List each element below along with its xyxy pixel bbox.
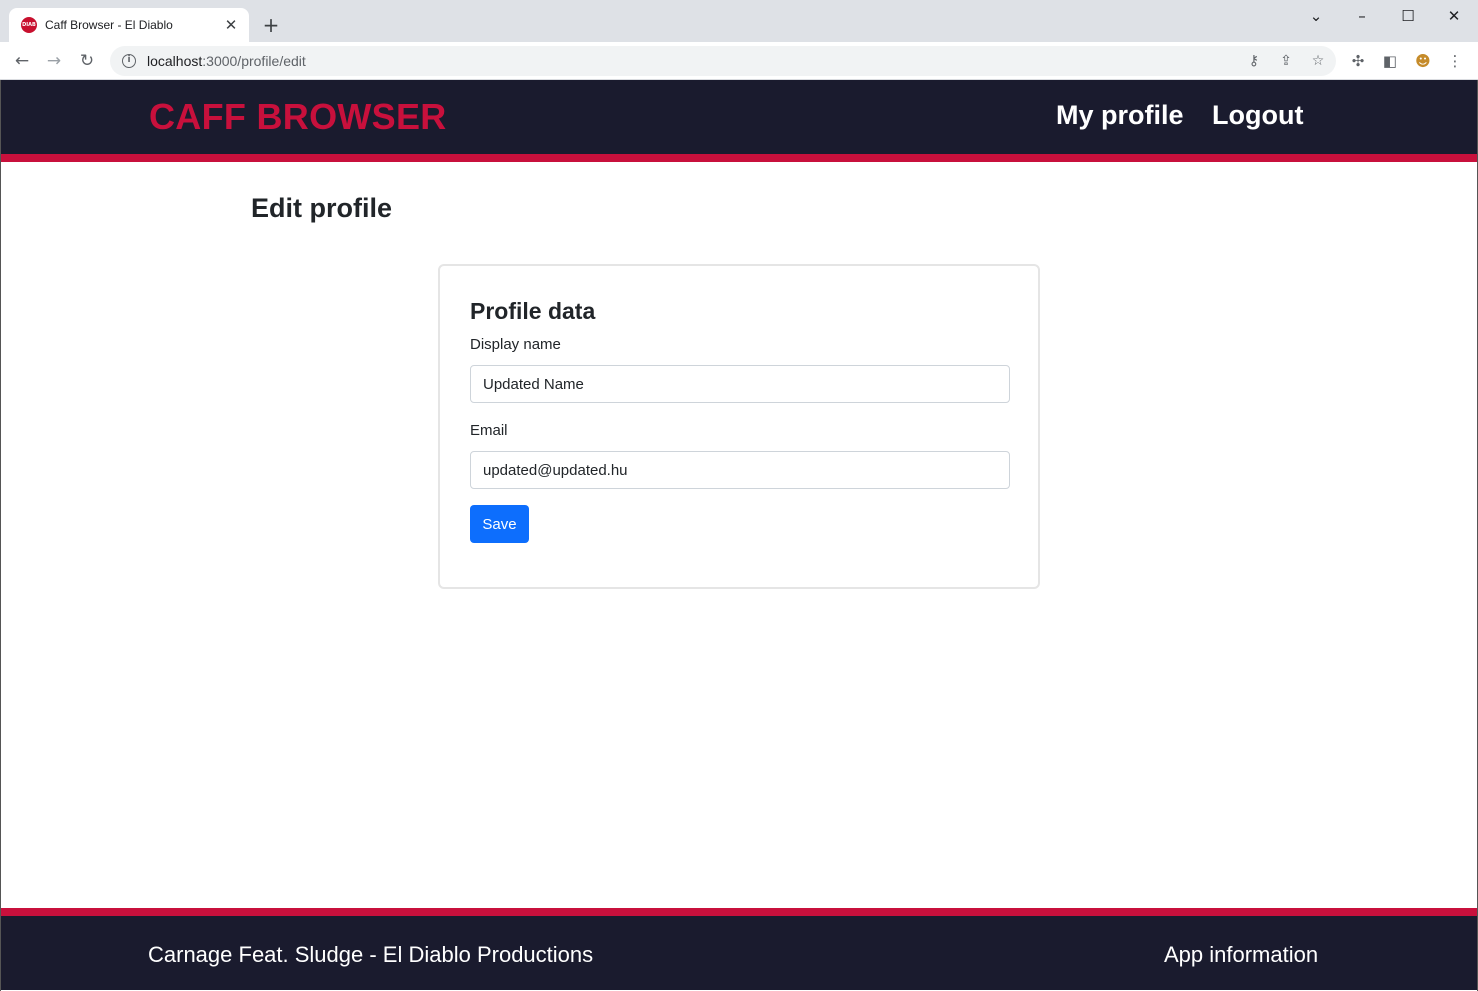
minimize-icon[interactable]: – bbox=[1344, 4, 1380, 28]
profile-card: Profile data Display name Email Save bbox=[438, 264, 1040, 589]
email-input[interactable] bbox=[470, 451, 1010, 489]
site-info-icon[interactable]: i bbox=[122, 54, 136, 68]
back-arrow-icon[interactable]: ← bbox=[10, 49, 34, 73]
favicon-icon: DIAB bbox=[21, 17, 37, 33]
window-border-left bbox=[0, 80, 1, 991]
tab-title: Caff Browser - El Diablo bbox=[45, 18, 173, 32]
maximize-icon[interactable]: ☐ bbox=[1390, 4, 1426, 28]
footer-app-information-link[interactable]: App information bbox=[1164, 942, 1318, 968]
card-title: Profile data bbox=[470, 298, 596, 324]
password-key-icon[interactable]: ⚷ bbox=[1246, 53, 1262, 69]
extensions-puzzle-icon[interactable]: ✣ bbox=[1349, 52, 1367, 70]
nav-logout[interactable]: Logout bbox=[1212, 100, 1303, 131]
window-close-icon[interactable]: ✕ bbox=[1436, 4, 1472, 28]
save-button[interactable]: Save bbox=[470, 505, 529, 543]
close-tab-icon[interactable]: ✕ bbox=[223, 16, 239, 34]
profile-avatar-icon[interactable]: ☻ bbox=[1414, 52, 1432, 70]
brand-logo[interactable]: CAFF BROWSER bbox=[149, 96, 447, 138]
footer-credits: Carnage Feat. Sludge - El Diablo Product… bbox=[148, 942, 594, 967]
tab-search-chevron-icon[interactable]: ⌄ bbox=[1298, 4, 1334, 28]
browser-tab[interactable]: DIAB Caff Browser - El Diablo ✕ bbox=[9, 8, 249, 42]
new-tab-icon[interactable]: + bbox=[260, 13, 282, 37]
page-title: Edit profile bbox=[251, 193, 392, 223]
url-text: localhost:3000/profile/edit bbox=[147, 53, 306, 69]
app-header: CAFF BROWSER My profile Logout bbox=[1, 80, 1477, 162]
browser-tabstrip: DIAB Caff Browser - El Diablo ✕ + ⌄ – ☐ … bbox=[0, 0, 1478, 42]
reload-icon[interactable]: ↻ bbox=[75, 49, 99, 73]
app-footer: Carnage Feat. Sludge - El Diablo Product… bbox=[1, 908, 1477, 990]
menu-kebab-icon[interactable]: ⋮ bbox=[1446, 52, 1464, 70]
display-name-input[interactable] bbox=[470, 365, 1010, 403]
address-bar[interactable]: i localhost:3000/profile/edit ⚷ ⇪ ☆ bbox=[110, 46, 1336, 76]
nav-my-profile[interactable]: My profile bbox=[1056, 100, 1184, 131]
forward-arrow-icon[interactable]: → bbox=[42, 49, 66, 73]
share-icon[interactable]: ⇪ bbox=[1278, 53, 1294, 69]
bookmark-star-icon[interactable]: ☆ bbox=[1310, 53, 1326, 69]
browser-toolbar: ← → ↻ i localhost:3000/profile/edit ⚷ ⇪ … bbox=[0, 42, 1478, 80]
side-panel-icon[interactable]: ◧ bbox=[1381, 52, 1399, 70]
display-name-label: Display name bbox=[470, 336, 561, 353]
email-label: Email bbox=[470, 422, 508, 439]
